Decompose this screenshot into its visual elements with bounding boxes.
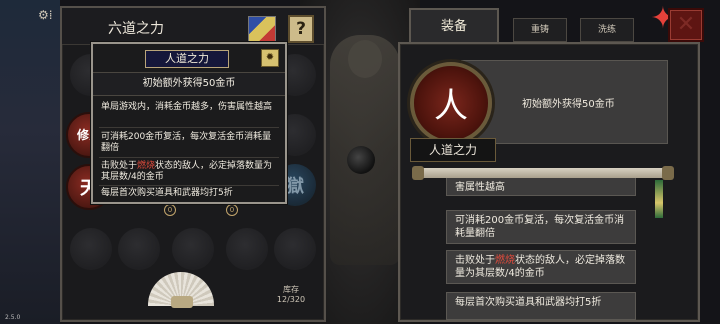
panel-title: 六道之力	[108, 21, 164, 37]
power-tooltip: 人道之力 ✹ 初始额外获得50金币 单局游戏内，消耗金币越多，伤害属性越高 可消…	[91, 42, 287, 204]
power-info-box: 初始额外获得50金币	[461, 60, 668, 144]
tooltip-entry: 单局游戏内，消耗金币越多，伤害属性越高	[101, 102, 273, 112]
gear-icon[interactable]: ⚙⁞	[38, 8, 58, 24]
entry-text: 击败处于	[455, 255, 495, 266]
tooltip-entry: 可消耗200金币复活，每次复活金币消耗量翻倍	[101, 132, 272, 153]
divider	[99, 185, 279, 186]
panel-header: 六道之力 ?	[62, 8, 324, 45]
close-icon: ✕	[676, 12, 696, 37]
effect-card: 可消耗200金币复活，每次复活金币消耗量翻倍	[446, 210, 636, 244]
medallion-icon: 人	[410, 62, 492, 144]
tab-equip[interactable]: 装备	[409, 8, 499, 44]
statue-head	[348, 40, 382, 78]
medallion-char: 人	[434, 86, 468, 126]
slot-indicator: 0	[164, 204, 176, 216]
power-slot[interactable]	[118, 228, 160, 270]
effect-card: 击败处于燃烧状态的敌人，必定掉落数量为其层数/4的金币	[446, 250, 636, 284]
power-info-text: 初始额外获得50金币	[522, 99, 615, 110]
divider	[99, 127, 279, 128]
burn-status-text: 燃烧	[495, 255, 515, 266]
power-slot[interactable]	[226, 228, 268, 270]
effect-card: 每层首次购买道具和武器均打5折	[446, 292, 636, 320]
version-label: 2.5.0	[5, 314, 21, 321]
scroll-rod	[418, 168, 668, 178]
scroll-knob	[662, 166, 674, 180]
fan-base	[171, 296, 193, 308]
divider	[99, 157, 279, 158]
tooltip-title: 人道之力	[145, 50, 229, 68]
tab-reforge[interactable]: 重铸	[513, 18, 567, 42]
scroll-knob	[412, 166, 424, 180]
statue-orb	[347, 146, 375, 174]
close-button[interactable]: ✕	[668, 8, 704, 42]
power-slot[interactable]	[70, 228, 112, 270]
power-slot[interactable]	[172, 228, 214, 270]
burn-status-text: 燃烧	[137, 161, 156, 171]
stock-value: 12/320	[276, 295, 306, 304]
power-slot[interactable]	[274, 228, 316, 270]
tooltip-entry: 击败处于燃烧状态的敌人，必定掉落数量为其层数/4的金币	[101, 161, 279, 183]
triangle-settings-button[interactable]	[248, 16, 276, 44]
tooltip-headline: 初始额外获得50金币	[93, 72, 285, 96]
slot-indicator: 0	[226, 204, 238, 216]
stock-label: 库存	[283, 285, 299, 294]
scroll-tassel	[655, 180, 663, 218]
tooltip-entry: 每层首次购买道具和武器均打5折	[101, 188, 233, 198]
help-button[interactable]: ?	[288, 15, 314, 43]
tooltip-badge-icon: ✹	[261, 49, 279, 67]
tab-refine[interactable]: 洗练	[580, 18, 634, 42]
power-name: 人道之力	[410, 138, 496, 162]
entry-text: 击败处于	[101, 161, 138, 171]
background-left	[0, 0, 60, 324]
